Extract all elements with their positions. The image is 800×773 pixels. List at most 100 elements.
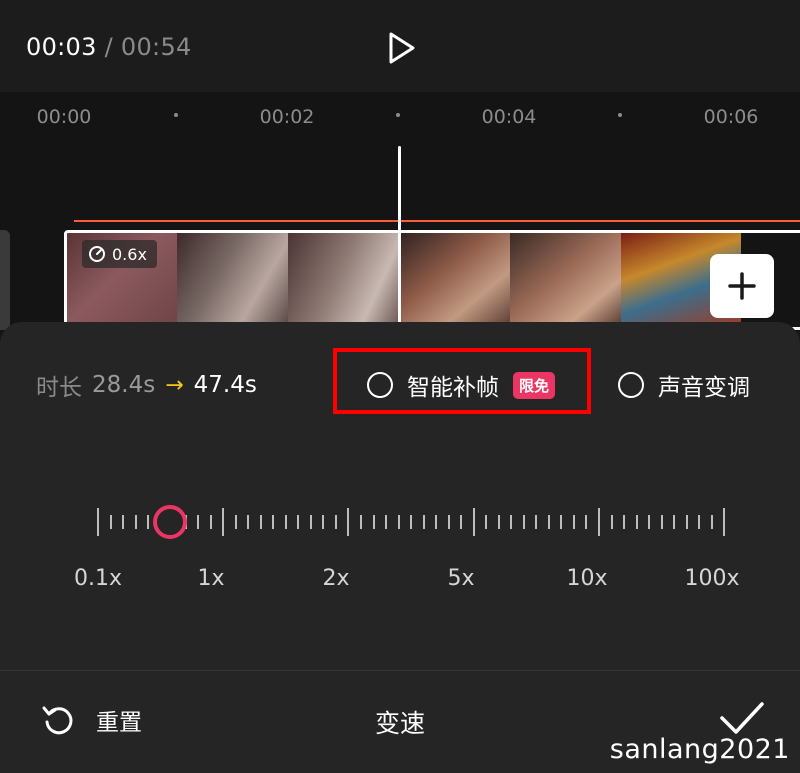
slider-minor-tick bbox=[234, 515, 237, 529]
slider-minor-tick bbox=[334, 515, 337, 529]
slider-minor-tick bbox=[147, 515, 150, 529]
video-clip[interactable] bbox=[64, 230, 800, 330]
duration-arrow: → bbox=[165, 372, 184, 398]
duration-label: 时长 bbox=[36, 375, 82, 401]
slider-minor-tick bbox=[585, 515, 588, 529]
panel-divider bbox=[0, 670, 800, 671]
slider-minor-tick bbox=[272, 515, 275, 529]
slider-major-tick bbox=[97, 508, 99, 536]
playhead[interactable] bbox=[398, 146, 401, 332]
slider-major-tick bbox=[723, 508, 726, 536]
slider-minor-tick bbox=[197, 515, 200, 529]
speed-panel: 时长 28.4s → 47.4s 智能补帧 限免 声音变调 0.1x 1x 2x… bbox=[0, 322, 800, 773]
duration-after: 47.4s bbox=[193, 372, 257, 398]
slider-minor-tick bbox=[610, 515, 613, 529]
slider-minor-tick bbox=[360, 515, 362, 529]
slider-minor-tick bbox=[385, 515, 388, 529]
reset-button[interactable]: 重置 bbox=[40, 702, 142, 738]
slider-minor-tick bbox=[422, 515, 425, 529]
speed-slider-knob[interactable] bbox=[153, 505, 187, 539]
previous-clip-edge[interactable] bbox=[0, 230, 10, 330]
ruler-label: 00:00 bbox=[36, 106, 92, 128]
clip-speed-badge: 0.6x bbox=[82, 240, 157, 268]
slider-minor-tick bbox=[410, 515, 413, 529]
slider-minor-tick bbox=[485, 515, 488, 529]
clip-thumbnail bbox=[510, 233, 621, 327]
slider-minor-tick bbox=[510, 515, 513, 529]
ruler-label: 00:04 bbox=[481, 106, 537, 128]
timeline-track: 0.6x bbox=[0, 142, 800, 332]
pitch-option[interactable]: 声音变调 bbox=[618, 368, 750, 402]
add-clip-button[interactable] bbox=[710, 254, 774, 318]
slider-minor-tick bbox=[322, 515, 325, 529]
duration-info: 时长 28.4s → 47.4s bbox=[36, 368, 257, 402]
slider-minor-tick bbox=[372, 515, 375, 529]
slider-minor-tick bbox=[122, 515, 125, 529]
slider-minor-tick bbox=[535, 515, 538, 529]
duration-before: 28.4s bbox=[92, 372, 156, 398]
slider-minor-tick bbox=[259, 515, 262, 529]
ruler-dot bbox=[618, 113, 622, 117]
slider-minor-tick bbox=[648, 515, 651, 529]
speed-scale-label: 5x bbox=[447, 566, 475, 591]
slider-minor-tick bbox=[397, 515, 400, 529]
slider-minor-tick bbox=[547, 515, 550, 529]
slider-minor-tick bbox=[660, 515, 663, 529]
panel-title: 变速 bbox=[374, 709, 426, 738]
total-time: 00:54 bbox=[120, 33, 192, 61]
playback-time: 00:03 / 00:54 bbox=[26, 33, 192, 61]
speed-scale-label: 1x bbox=[197, 566, 225, 591]
slider-minor-tick bbox=[435, 515, 438, 529]
clip-thumbnail bbox=[177, 233, 288, 327]
play-icon[interactable] bbox=[383, 30, 419, 66]
current-time: 00:03 bbox=[26, 33, 97, 61]
slider-minor-tick bbox=[109, 515, 112, 529]
slider-minor-tick bbox=[209, 515, 212, 529]
pitch-radio[interactable] bbox=[618, 372, 644, 398]
reset-icon bbox=[42, 706, 73, 735]
checkmark-icon[interactable] bbox=[718, 698, 766, 738]
highlight-annotation bbox=[333, 348, 591, 414]
slider-minor-tick bbox=[635, 515, 638, 529]
speed-scale-label: 0.1x bbox=[73, 566, 123, 591]
ruler-dot bbox=[396, 113, 400, 117]
slider-minor-tick bbox=[460, 515, 463, 529]
ruler-label: 00:06 bbox=[703, 106, 759, 128]
ruler-label: 00:02 bbox=[259, 106, 315, 128]
slider-major-tick bbox=[472, 508, 475, 536]
slider-minor-tick bbox=[560, 515, 563, 529]
slider-minor-tick bbox=[497, 515, 500, 529]
time-ruler[interactable]: 00:00 00:02 00:04 00:06 bbox=[0, 92, 800, 142]
top-bar: 00:03 / 00:54 bbox=[0, 0, 800, 92]
slider-minor-tick bbox=[673, 515, 676, 529]
slider-minor-tick bbox=[522, 515, 525, 529]
clip-thumbnail bbox=[399, 233, 510, 327]
slider-minor-tick bbox=[297, 515, 300, 529]
slider-minor-tick bbox=[134, 515, 137, 529]
slider-minor-tick bbox=[710, 515, 713, 529]
time-separator: / bbox=[96, 33, 121, 61]
slider-minor-tick bbox=[247, 515, 250, 529]
slider-major-tick bbox=[222, 508, 225, 536]
speed-scale-label: 2x bbox=[322, 566, 350, 591]
slider-minor-tick bbox=[623, 515, 626, 529]
plus-icon bbox=[728, 272, 756, 300]
speed-gauge-icon bbox=[89, 246, 105, 262]
speed-scale-label: 100x bbox=[684, 566, 740, 591]
slider-minor-tick bbox=[309, 515, 312, 529]
reset-label: 重置 bbox=[96, 710, 142, 736]
slider-major-tick bbox=[597, 508, 600, 536]
audio-track-line bbox=[74, 220, 800, 222]
slider-minor-tick bbox=[447, 515, 450, 529]
watermark: sanlang2021 bbox=[609, 734, 790, 765]
pitch-label: 声音变调 bbox=[658, 375, 750, 401]
slider-minor-tick bbox=[284, 515, 287, 529]
clip-speed-value: 0.6x bbox=[112, 244, 147, 264]
slider-minor-tick bbox=[572, 515, 575, 529]
slider-minor-tick bbox=[685, 515, 688, 529]
slider-major-tick bbox=[347, 508, 350, 536]
slider-minor-tick bbox=[698, 515, 701, 529]
ruler-dot bbox=[174, 113, 178, 117]
clip-thumbnail bbox=[288, 233, 399, 327]
speed-scale-label: 10x bbox=[566, 566, 608, 591]
